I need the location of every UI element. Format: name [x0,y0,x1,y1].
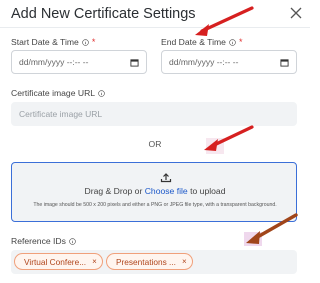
upload-icon [160,173,172,183]
info-icon [98,89,105,97]
reference-ids-label: Reference IDs [11,236,76,246]
or-separator: OR [148,139,162,149]
dropzone-instructions: Drag & Drop or Choose file to upload [0,186,310,196]
info-icon [69,237,76,245]
dropzone-hint: The image should be 500 x 200 pixels and… [33,202,277,208]
close-icon[interactable] [289,6,303,20]
reference-ids-select[interactable]: Virtual Confere... × Presentations ... × [11,250,297,274]
certificate-image-label: Certificate image URL [11,88,105,98]
reference-ids-label-text: Reference IDs [11,236,66,246]
end-date-label: End Date & Time * [161,37,242,47]
calendar-icon[interactable] [130,58,139,67]
reference-tag: Presentations ... × [106,253,193,270]
dropzone-text-before: Drag & Drop or [84,186,145,196]
start-date-value: dd/mm/yyyy --:-- -- [19,57,89,67]
info-icon [82,38,89,46]
arrow-annotation [195,6,254,36]
header-divider [0,27,310,28]
modal-title: Add New Certificate Settings [11,6,196,22]
certificate-image-label-text: Certificate image URL [11,88,96,98]
end-date-label-text: End Date & Time [161,37,226,47]
remove-tag-icon[interactable]: × [182,257,187,266]
start-date-label-text: Start Date & Time [11,37,79,47]
end-date-value: dd/mm/yyyy --:-- -- [169,57,239,67]
required-marker: * [238,37,243,47]
reference-tag-label: Presentations ... [116,256,176,267]
certificate-image-placeholder: Certificate image URL [19,109,103,119]
end-date-input[interactable]: dd/mm/yyyy --:-- -- [161,50,297,74]
calendar-icon[interactable] [280,58,289,67]
certificate-image-input[interactable]: Certificate image URL [11,102,297,126]
info-icon [229,38,236,46]
remove-tag-icon[interactable]: × [92,257,97,266]
reference-tag: Virtual Confere... × [14,253,103,270]
start-date-input[interactable]: dd/mm/yyyy --:-- -- [11,50,147,74]
dropzone-text-after: to upload [187,186,226,196]
reference-tag-label: Virtual Confere... [24,256,87,267]
required-marker: * [91,37,96,47]
start-date-label: Start Date & Time * [11,37,95,47]
choose-file-link[interactable]: Choose file [145,186,188,196]
